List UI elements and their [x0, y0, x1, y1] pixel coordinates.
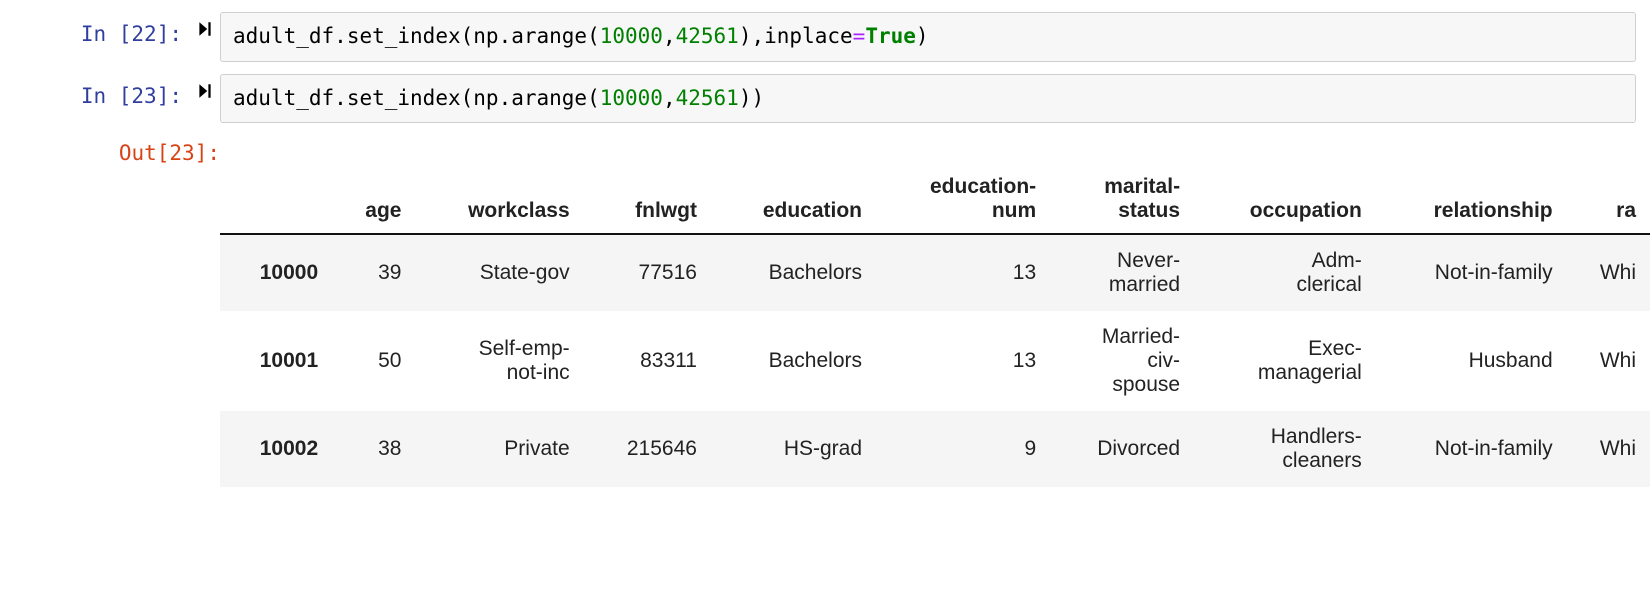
code-token: np — [473, 86, 498, 110]
code-token: . — [334, 24, 347, 48]
out-prompt-label: Out[23]: — [119, 141, 220, 165]
dataframe-cell: Bachelors — [711, 311, 876, 411]
dataframe-cell: Not-in-family — [1376, 411, 1567, 487]
dataframe-cell: Whi — [1567, 311, 1650, 411]
dataframe-thead: ageworkclassfnlwgteducationeducation-num… — [220, 165, 1650, 234]
dataframe-cell: 215646 — [584, 411, 711, 487]
dataframe-cell: 39 — [332, 234, 415, 311]
dataframe-cell: Husband — [1376, 311, 1567, 411]
code-token: arange — [511, 86, 587, 110]
dataframe-col-header: education — [711, 165, 876, 234]
dataframe-header-row: ageworkclassfnlwgteducationeducation-num… — [220, 165, 1650, 234]
code-box[interactable]: adult_df.set_index(np.arange(10000,42561… — [220, 74, 1636, 124]
dataframe-row-index: 10001 — [220, 311, 332, 411]
code-token: . — [334, 86, 347, 110]
code-token: np — [473, 24, 498, 48]
dataframe-col-header: ra — [1567, 165, 1650, 234]
code-token: ) — [739, 86, 752, 110]
code-token: True — [865, 24, 916, 48]
code-token: 42561 — [676, 24, 739, 48]
in-prompt-label: In [23]: — [81, 84, 182, 108]
dataframe-col-header: age — [332, 165, 415, 234]
code-token: ) — [739, 24, 752, 48]
code-token: ( — [587, 86, 600, 110]
dataframe-cell: 13 — [876, 311, 1050, 411]
code-token: set_index — [347, 24, 461, 48]
output-area: ageworkclassfnlwgteducationeducation-num… — [220, 141, 1650, 487]
code-token: . — [499, 86, 512, 110]
dataframe-corner — [220, 165, 332, 234]
code-cell: In [22]: adult_df.set_index(np.arange(10… — [0, 12, 1650, 62]
dataframe-row-index: 10000 — [220, 234, 332, 311]
code-input-area[interactable]: adult_df.set_index(np.arange(10000,42561… — [220, 74, 1636, 124]
code-token: adult_df — [233, 86, 334, 110]
table-row: 1000238Private215646HS-grad9DivorcedHand… — [220, 411, 1650, 487]
code-token: adult_df — [233, 24, 334, 48]
code-token: = — [853, 24, 866, 48]
dataframe-cell: 13 — [876, 234, 1050, 311]
run-cell-icon — [196, 82, 214, 100]
dataframe-cell: Married-civ-spouse — [1050, 311, 1194, 411]
dataframe-cell: 83311 — [584, 311, 711, 411]
dataframe-cell: 9 — [876, 411, 1050, 487]
code-token: ( — [461, 24, 474, 48]
dataframe-cell: Whi — [1567, 411, 1650, 487]
code-box[interactable]: adult_df.set_index(np.arange(10000,42561… — [220, 12, 1636, 62]
code-token: , — [663, 24, 676, 48]
code-token: , — [751, 24, 764, 48]
code-input-area[interactable]: adult_df.set_index(np.arange(10000,42561… — [220, 12, 1636, 62]
dataframe-cell: Handlers-cleaners — [1194, 411, 1376, 487]
dataframe-col-header: fnlwgt — [584, 165, 711, 234]
code-token: 10000 — [600, 86, 663, 110]
dataframe-table: ageworkclassfnlwgteducationeducation-num… — [220, 165, 1650, 487]
run-cell-icon — [196, 20, 214, 38]
dataframe-cell: 50 — [332, 311, 415, 411]
dataframe-cell: Bachelors — [711, 234, 876, 311]
dataframe-cell: State-gov — [415, 234, 583, 311]
dataframe-col-header: workclass — [415, 165, 583, 234]
dataframe-cell: Private — [415, 411, 583, 487]
dataframe-cell: Never-married — [1050, 234, 1194, 311]
code-token: set_index — [347, 86, 461, 110]
dataframe-cell: Not-in-family — [1376, 234, 1567, 311]
in-prompt-label: In [22]: — [81, 22, 182, 46]
code-token: . — [499, 24, 512, 48]
dataframe-col-header: marital-status — [1050, 165, 1194, 234]
dataframe-cell: 77516 — [584, 234, 711, 311]
out-prompt-col: Out[23]: — [0, 141, 220, 165]
code-token: 10000 — [600, 24, 663, 48]
dataframe-cell: Divorced — [1050, 411, 1194, 487]
code-token: arange — [511, 24, 587, 48]
dataframe-row-index: 10002 — [220, 411, 332, 487]
dataframe-cell: HS-grad — [711, 411, 876, 487]
dataframe-cell: Exec-managerial — [1194, 311, 1376, 411]
dataframe-col-header: occupation — [1194, 165, 1376, 234]
code-cell: In [23]: adult_df.set_index(np.arange(10… — [0, 74, 1650, 124]
output-cell: Out[23]: ageworkclassfnlwgteducationeduc… — [0, 141, 1650, 487]
code-token: ) — [916, 24, 929, 48]
prompt-col: In [22]: — [0, 12, 190, 46]
prompt-col: In [23]: — [0, 74, 190, 108]
dataframe-tbody: 1000039State-gov77516Bachelors13Never-ma… — [220, 234, 1650, 487]
table-row: 1000150Self-emp-not-inc83311Bachelors13M… — [220, 311, 1650, 411]
dataframe-cell: Whi — [1567, 234, 1650, 311]
run-button[interactable] — [190, 12, 220, 38]
dataframe-col-header: relationship — [1376, 165, 1567, 234]
code-token: inplace — [764, 24, 853, 48]
run-button[interactable] — [190, 74, 220, 100]
dataframe-cell: 38 — [332, 411, 415, 487]
code-token: ( — [587, 24, 600, 48]
code-token: , — [663, 86, 676, 110]
code-token: ) — [751, 86, 764, 110]
dataframe-cell: Adm-clerical — [1194, 234, 1376, 311]
code-token: ( — [461, 86, 474, 110]
dataframe-cell: Self-emp-not-inc — [415, 311, 583, 411]
table-row: 1000039State-gov77516Bachelors13Never-ma… — [220, 234, 1650, 311]
dataframe-col-header: education-num — [876, 165, 1050, 234]
code-token: 42561 — [676, 86, 739, 110]
